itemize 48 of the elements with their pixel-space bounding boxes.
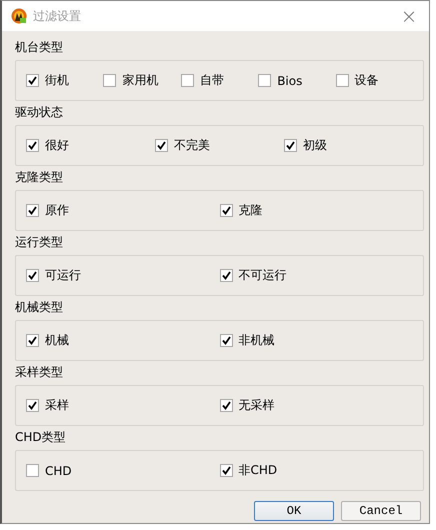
checkbox[interactable] bbox=[284, 139, 297, 152]
checkbox-label: 机械 bbox=[45, 332, 69, 349]
checkbox-label: 初级 bbox=[303, 137, 327, 154]
checkbox-label: 可运行 bbox=[45, 267, 81, 284]
group-label: 克隆类型 bbox=[15, 169, 64, 186]
checkbox[interactable] bbox=[220, 269, 232, 282]
checkbox-label: 很好 bbox=[45, 137, 69, 154]
checkbox-label: 非机械 bbox=[238, 332, 274, 349]
checkbox[interactable] bbox=[220, 204, 232, 217]
group-label: 机台类型 bbox=[15, 39, 64, 56]
checkbox[interactable] bbox=[26, 204, 39, 217]
checkbox[interactable] bbox=[103, 74, 116, 87]
checkbox[interactable] bbox=[220, 334, 232, 347]
checkbox[interactable] bbox=[220, 464, 232, 477]
checkbox[interactable] bbox=[26, 269, 39, 282]
checkbox-label: CHD bbox=[45, 464, 72, 478]
checkbox-label: Bios bbox=[277, 74, 302, 88]
checkbox-label: 家用机 bbox=[122, 72, 158, 89]
checkbox[interactable] bbox=[26, 139, 39, 152]
group-label: 采样类型 bbox=[15, 364, 64, 381]
checkbox[interactable] bbox=[26, 334, 39, 347]
checkbox[interactable] bbox=[180, 74, 194, 87]
group-label: 驱动状态 bbox=[15, 104, 64, 121]
app-logo-icon bbox=[11, 8, 27, 24]
checkbox-label: 非CHD bbox=[238, 462, 278, 479]
dialog-button[interactable]: OK bbox=[254, 501, 334, 521]
close-button[interactable]: × bbox=[389, 1, 429, 31]
checkbox-label: 克隆 bbox=[238, 202, 262, 219]
checkbox[interactable] bbox=[336, 74, 349, 87]
group-label: CHD类型 bbox=[15, 429, 67, 446]
checkbox-label: 采样 bbox=[45, 397, 69, 414]
checkbox[interactable] bbox=[26, 74, 39, 87]
checkbox[interactable] bbox=[155, 139, 168, 152]
checkbox-label: 不完美 bbox=[174, 137, 210, 154]
checkbox-label: 不可运行 bbox=[238, 267, 286, 284]
checkbox[interactable] bbox=[258, 74, 272, 87]
group-label: 运行类型 bbox=[15, 234, 64, 251]
checkbox[interactable] bbox=[26, 399, 39, 412]
window-title: 过滤设置 bbox=[33, 8, 82, 24]
checkbox-label: 自带 bbox=[200, 72, 224, 89]
checkbox-label: 无采样 bbox=[238, 397, 274, 414]
checkbox[interactable] bbox=[220, 399, 232, 412]
checkbox[interactable] bbox=[26, 464, 39, 477]
checkbox-label: 设备 bbox=[354, 72, 379, 89]
checkbox-label: 原作 bbox=[45, 202, 69, 219]
dialog-button[interactable]: Cancel bbox=[341, 501, 421, 521]
group-label: 机械类型 bbox=[15, 299, 64, 316]
checkbox-label: 街机 bbox=[45, 72, 69, 89]
